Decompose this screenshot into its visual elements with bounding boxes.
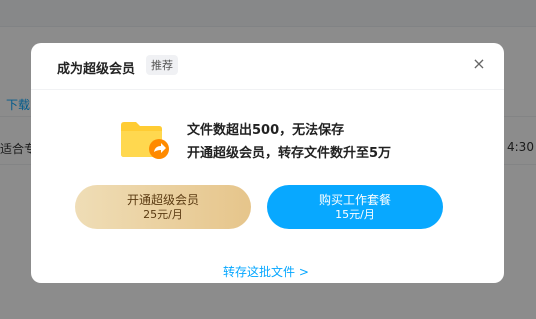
open-super-vip-button[interactable]: 开通超级会员 25元/月: [75, 185, 251, 229]
work-button-price: 15元/月: [335, 208, 375, 221]
close-icon[interactable]: ×: [470, 55, 488, 73]
upgrade-dialog: 成为超级会员 推荐 × 文件数超出500，无法保存 开通超级会员，转存文件数升至…: [31, 43, 504, 283]
recommend-tag: 推荐: [146, 55, 178, 75]
folder-share-icon: [121, 122, 169, 159]
buy-work-plan-button[interactable]: 购买工作套餐 15元/月: [267, 185, 443, 229]
limit-message: 文件数超出500，无法保存: [187, 123, 345, 138]
dialog-title: 成为超级会员: [57, 62, 136, 77]
transfer-files-link[interactable]: 转存这批文件 >: [223, 263, 309, 280]
dialog-header: 成为超级会员 推荐 ×: [31, 43, 504, 90]
work-button-title: 购买工作套餐: [318, 193, 391, 207]
vip-button-title: 开通超级会员: [126, 193, 199, 207]
upgrade-message: 开通超级会员，转存文件数升至5万: [187, 146, 392, 161]
vip-button-price: 25元/月: [143, 208, 183, 221]
